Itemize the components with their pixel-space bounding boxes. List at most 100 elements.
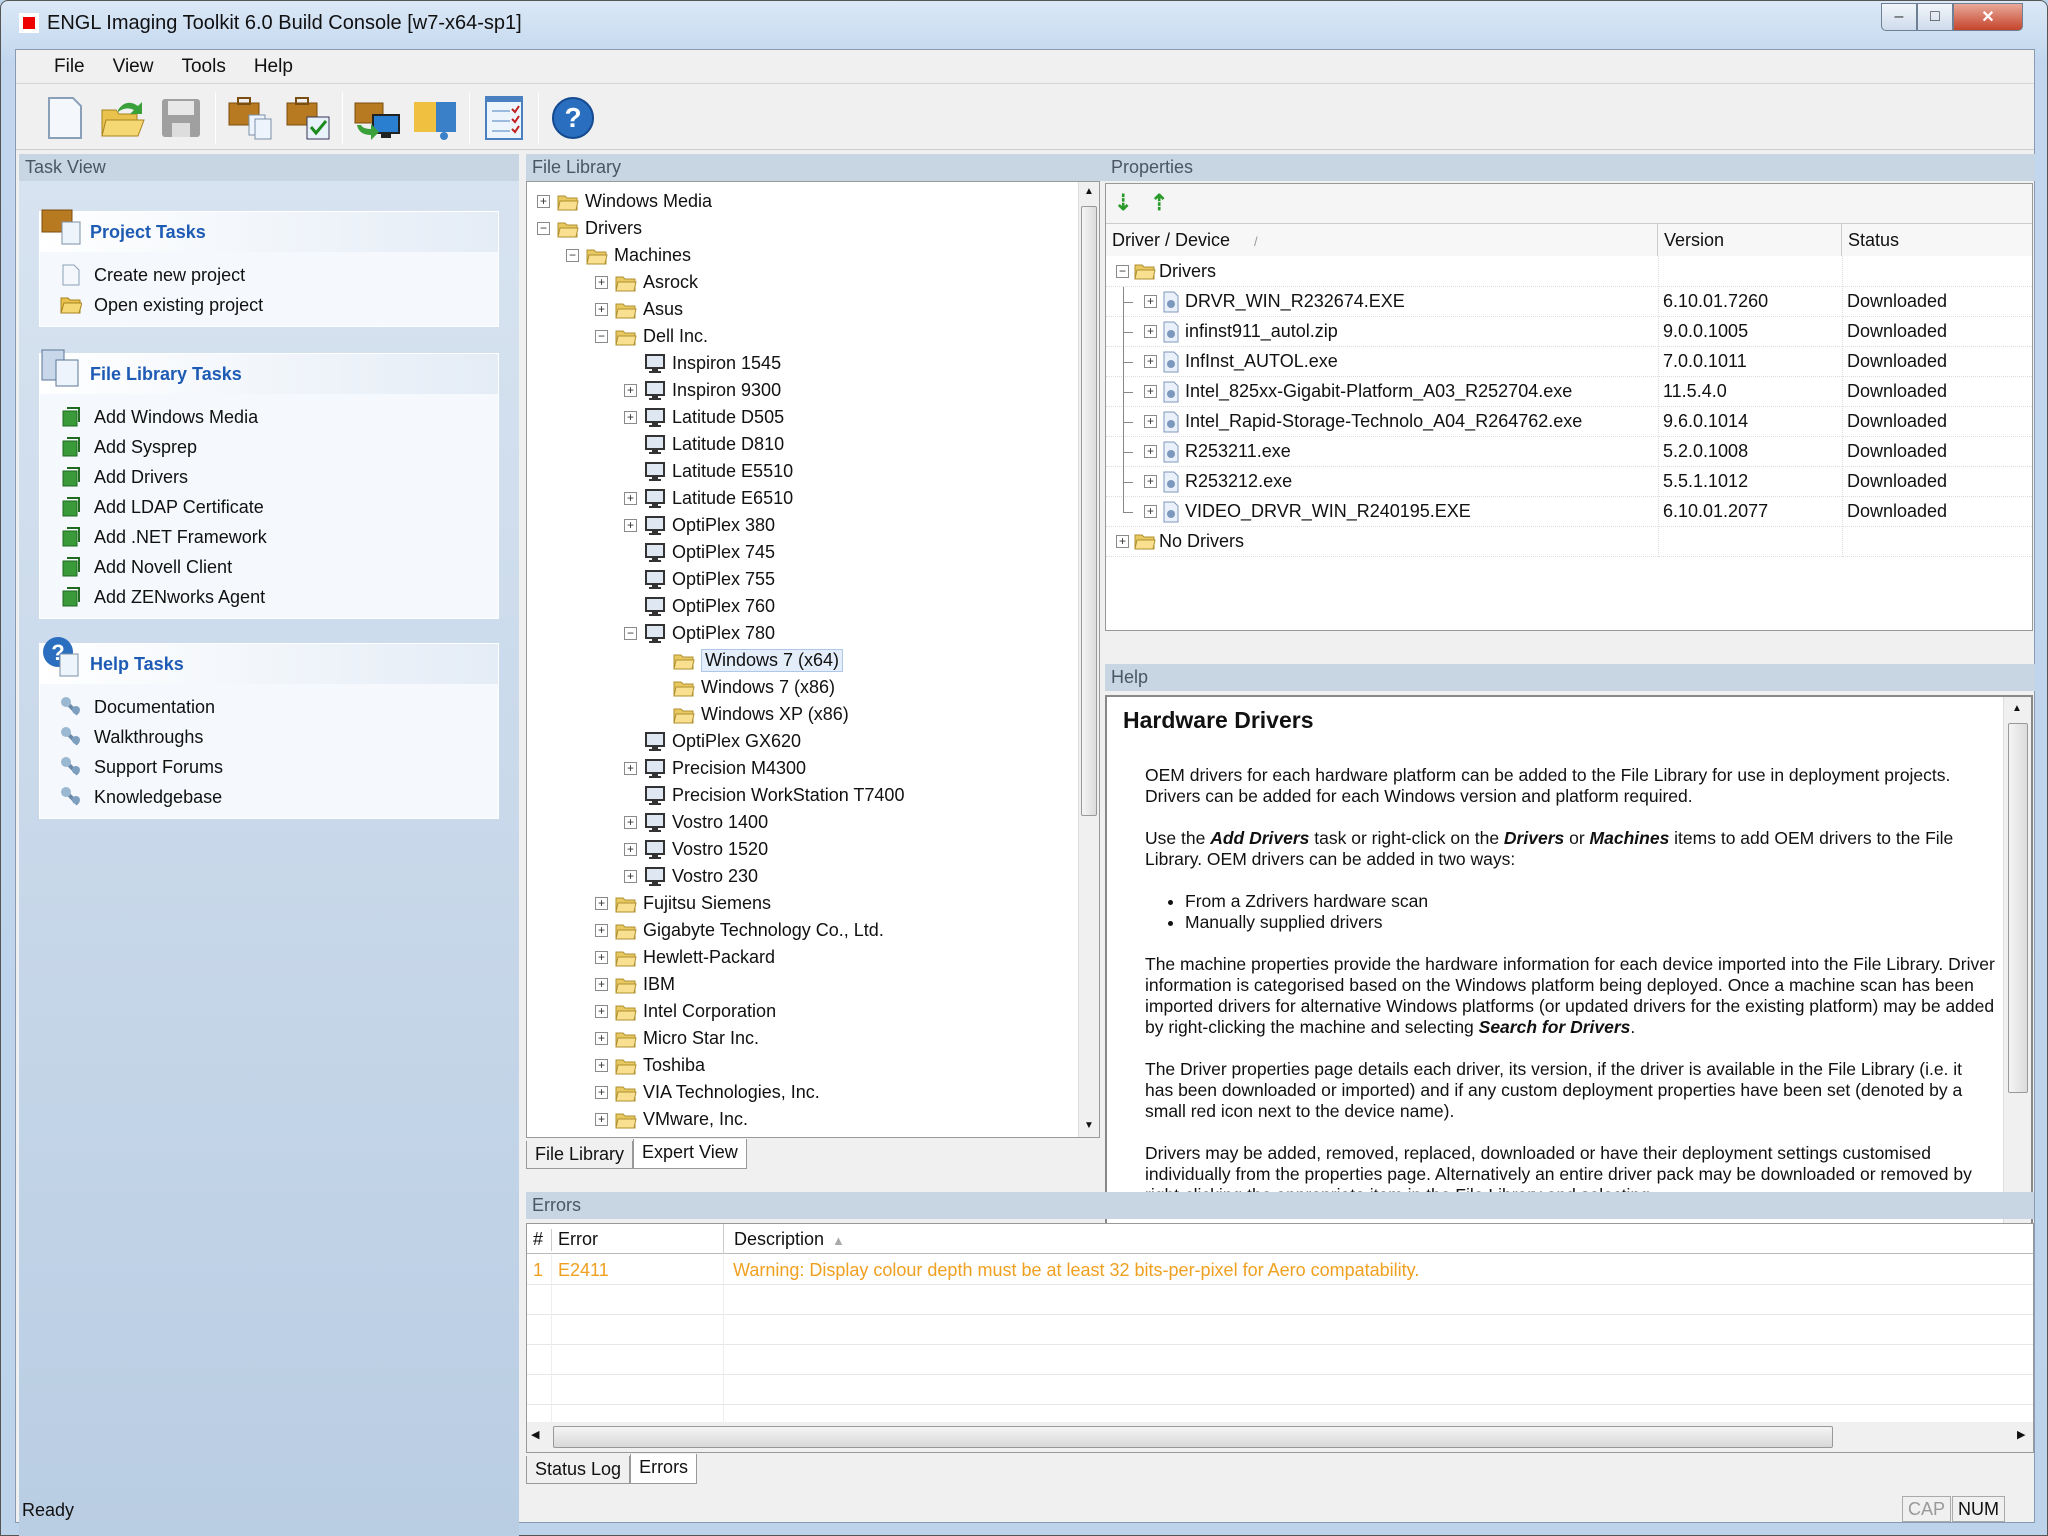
driver-row[interactable]: + R253211.exe 5.2.0.1008 Downloaded	[1106, 437, 2032, 467]
tree-node[interactable]: Hewlett-Packard	[615, 944, 775, 971]
task-item-add-zenworks-agent[interactable]: Add ZENworks Agent	[40, 582, 498, 612]
collapse-icon[interactable]: −	[566, 249, 579, 262]
expand-icon[interactable]: +	[537, 195, 550, 208]
tree-node[interactable]: OptiPlex 380	[644, 512, 775, 539]
tree-node[interactable]: Precision WorkStation T7400	[644, 782, 904, 809]
expand-icon[interactable]: +	[1144, 475, 1157, 488]
column-header-status[interactable]: Status	[1842, 224, 2032, 256]
tree-node[interactable]: Inspiron 1545	[644, 350, 781, 377]
tree-node[interactable]: Windows Media	[557, 188, 712, 215]
expand-icon[interactable]: +	[595, 978, 608, 991]
task-item-add-sysprep[interactable]: Add Sysprep	[40, 432, 498, 462]
tree-node[interactable]: Windows 7 (x86)	[673, 674, 835, 701]
expand-icon[interactable]: +	[624, 762, 637, 775]
scroll-left-arrow-icon[interactable]: ◀	[531, 1428, 539, 1441]
expand-icon[interactable]: +	[595, 951, 608, 964]
property-group-row[interactable]: − Drivers	[1106, 257, 2032, 287]
tree-node[interactable]: Vostro 1400	[644, 809, 768, 836]
new-project-icon[interactable]	[39, 92, 91, 144]
help-icon[interactable]: ?	[547, 92, 599, 144]
tree-node[interactable]: Latitude E5510	[644, 458, 793, 485]
tree-node[interactable]: Precision M4300	[644, 755, 806, 782]
collapse-icon[interactable]: −	[1116, 265, 1129, 278]
task-item-support-forums[interactable]: Support Forums	[40, 752, 498, 782]
driver-row[interactable]: + Intel_Rapid-Storage-Technolo_A04_R26476…	[1106, 407, 2032, 437]
expand-icon[interactable]: +	[624, 384, 637, 397]
column-header-error[interactable]: Error	[551, 1229, 598, 1251]
tree-node[interactable]: Machines	[586, 242, 691, 269]
tree-node[interactable]: Toshiba	[615, 1052, 705, 1079]
expand-icon[interactable]: +	[1144, 295, 1157, 308]
tree-node[interactable]: Gigabyte Technology Co., Ltd.	[615, 917, 884, 944]
tree-node[interactable]: Inspiron 9300	[644, 377, 781, 404]
scrollbar-thumb[interactable]	[553, 1426, 1833, 1448]
menu-view[interactable]: View	[99, 56, 168, 78]
tree-node[interactable]: Latitude D810	[644, 431, 784, 458]
driver-row[interactable]: + InfInst_AUTOL.exe 7.0.0.1011 Downloaded	[1106, 347, 2032, 377]
menu-help[interactable]: Help	[240, 56, 307, 78]
scroll-right-arrow-icon[interactable]: ▶	[2017, 1428, 2025, 1441]
expand-icon[interactable]: +	[624, 816, 637, 829]
minimize-button[interactable]: –	[1881, 3, 1917, 31]
expand-icon[interactable]: +	[595, 1086, 608, 1099]
driver-row[interactable]: + Intel_825xx-Gigabit-Platform_A03_R25270…	[1106, 377, 2032, 407]
column-header-description[interactable]: Description ▲	[723, 1224, 845, 1254]
tree-vertical-scrollbar[interactable]: ▲ ▼	[1078, 182, 1099, 1137]
tree-node[interactable]: Windows XP (x86)	[673, 701, 849, 728]
tab-errors[interactable]: Errors	[630, 1454, 698, 1484]
menu-tools[interactable]: Tools	[167, 56, 239, 78]
task-item-walkthroughs[interactable]: Walkthroughs	[40, 722, 498, 752]
task-panel-header[interactable]: ? Help Tasks	[40, 637, 498, 684]
tree-node[interactable]: Drivers	[557, 215, 642, 242]
task-item-add-windows-media[interactable]: Add Windows Media	[40, 402, 498, 432]
scrollbar-thumb[interactable]	[2008, 723, 2028, 1093]
expand-icon[interactable]: +	[1144, 325, 1157, 338]
tab-file-library[interactable]: File Library	[526, 1141, 634, 1169]
expand-icon[interactable]: +	[1144, 505, 1157, 518]
task-item-documentation[interactable]: Documentation	[40, 692, 498, 722]
driver-row[interactable]: + R253212.exe 5.5.1.1012 Downloaded	[1106, 467, 2032, 497]
tree-node[interactable]: Dell Inc.	[615, 323, 708, 350]
tree-node[interactable]: Latitude D505	[644, 404, 784, 431]
task-item-add-drivers[interactable]: Add Drivers	[40, 462, 498, 492]
collapse-icon[interactable]: −	[595, 330, 608, 343]
column-header-driver-device[interactable]: Driver / Device /	[1106, 224, 1658, 256]
tab-expert-view[interactable]: Expert View	[633, 1139, 747, 1169]
task-item-add-ldap-certificate[interactable]: Add LDAP Certificate	[40, 492, 498, 522]
driver-row[interactable]: + DRVR_WIN_R232674.EXE 6.10.01.7260 Downloa…	[1106, 287, 2032, 317]
expand-icon[interactable]: +	[595, 1005, 608, 1018]
collapse-icon[interactable]: −	[537, 222, 550, 235]
property-group-row[interactable]: + No Drivers	[1106, 527, 2032, 557]
expand-icon[interactable]: +	[1144, 355, 1157, 368]
expand-icon[interactable]: +	[1144, 385, 1157, 398]
save-icon[interactable]	[155, 92, 207, 144]
task-item-knowledgebase[interactable]: Knowledgebase	[40, 782, 498, 812]
close-button[interactable]: ✕	[1953, 3, 2023, 31]
collapse-icon[interactable]: −	[624, 627, 637, 640]
tree-node[interactable]: OptiPlex 745	[644, 539, 775, 566]
tree-node[interactable]: OptiPlex GX620	[644, 728, 801, 755]
tree-node[interactable]: VMware, Inc.	[615, 1106, 748, 1133]
task-item-open-existing-project[interactable]: Open existing project	[40, 290, 498, 320]
scroll-up-arrow-icon[interactable]: ▲	[1084, 186, 1094, 197]
title-bar[interactable]: ENGL Imaging Toolkit 6.0 Build Console […	[1, 1, 2048, 47]
scrollbar-thumb[interactable]	[1081, 206, 1097, 816]
expand-icon[interactable]: +	[595, 1032, 608, 1045]
build-project-icon[interactable]	[224, 92, 276, 144]
column-header-number[interactable]: #	[533, 1229, 543, 1250]
tree-node[interactable]: OptiPlex 755	[644, 566, 775, 593]
tree-node[interactable]: OptiPlex 780	[644, 620, 775, 647]
expand-icon[interactable]: +	[595, 924, 608, 937]
task-item-add-novell-client[interactable]: Add Novell Client	[40, 552, 498, 582]
expand-icon[interactable]: +	[624, 411, 637, 424]
validate-project-icon[interactable]	[282, 92, 334, 144]
expand-icon[interactable]: +	[595, 303, 608, 316]
task-list-icon[interactable]	[478, 92, 530, 144]
tree-node[interactable]: Latitude E6510	[644, 485, 793, 512]
tree-node[interactable]: Asus	[615, 296, 683, 323]
driver-row[interactable]: + infinst911_autol.zip 9.0.0.1005 Downloade…	[1106, 317, 2032, 347]
tree-node[interactable]: Windows 7 (x64)	[673, 647, 844, 674]
tree-node[interactable]: OptiPlex 760	[644, 593, 775, 620]
file-library-tree[interactable]: ▲ ▼ + Windows Media − Drivers − Machines + Asro…	[526, 181, 1100, 1138]
expand-icon[interactable]: +	[595, 897, 608, 910]
